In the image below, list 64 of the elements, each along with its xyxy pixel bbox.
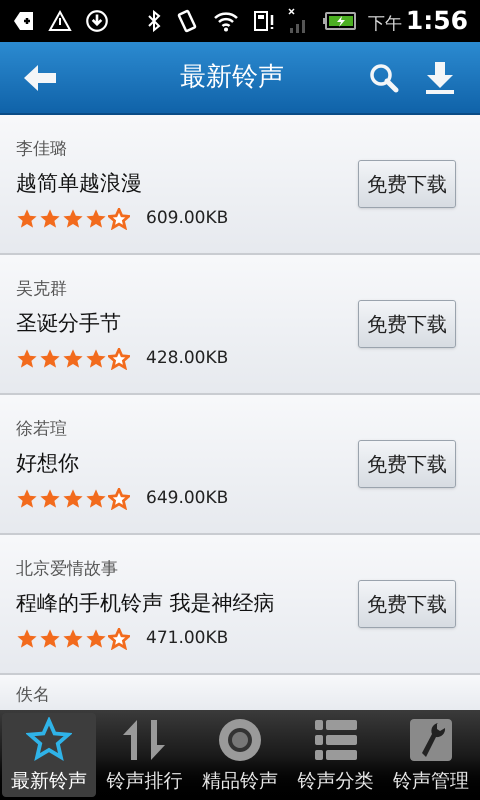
song-title: 圣诞分手节: [16, 310, 122, 338]
filled-star-icon: [16, 208, 38, 230]
filled-star-icon: [16, 488, 38, 510]
free-download-button[interactable]: 免费下载: [358, 580, 456, 628]
page-title: 最新铃声: [180, 61, 284, 94]
artist-name: 徐若瑄: [16, 418, 68, 441]
star-icon: [26, 717, 72, 763]
download-icon: [84, 8, 110, 34]
nav-tab[interactable]: 最新铃声: [2, 713, 96, 797]
filled-star-icon: [39, 348, 61, 370]
filled-star-icon: [62, 628, 84, 650]
list-icon: [312, 717, 359, 763]
empty-star-icon: [108, 628, 130, 650]
filled-star-icon: [85, 348, 107, 370]
file-size: 609.00KB: [146, 206, 228, 230]
left-arrow-icon: [22, 62, 58, 92]
nav-tab[interactable]: 精品铃声: [193, 713, 287, 797]
filled-star-icon: [62, 208, 84, 230]
filled-star-icon: [62, 348, 84, 370]
ringtone-row[interactable]: 北京爱情故事 程峰的手机铃声 我是神经病 471.00KB 免费下载: [0, 535, 480, 675]
search-icon: [368, 62, 400, 94]
ringtone-row[interactable]: 李佳璐 越简单越浪漫 609.00KB 免费下载: [0, 115, 480, 255]
artist-name: 吴克群: [16, 278, 68, 301]
song-title: 越简单越浪漫: [16, 170, 143, 198]
filled-star-icon: [85, 488, 107, 510]
song-title: 好想你: [16, 450, 80, 478]
free-download-button[interactable]: 免费下载: [358, 160, 456, 208]
artist-name: 佚名: [16, 684, 51, 707]
filled-star-icon: [16, 628, 38, 650]
filled-star-icon: [39, 208, 61, 230]
nav-tab[interactable]: 铃声排行: [98, 713, 192, 797]
bluetooth-icon: [146, 9, 162, 33]
warning-icon: [48, 9, 72, 33]
free-download-button[interactable]: 免费下载: [358, 440, 456, 488]
empty-star-icon: [108, 348, 130, 370]
nav-tab[interactable]: 铃声管理: [384, 713, 478, 797]
filled-star-icon: [85, 628, 107, 650]
empty-star-icon: [108, 208, 130, 230]
wrench-icon: [408, 717, 454, 763]
ringtone-row[interactable]: 佚名: [0, 675, 480, 710]
song-title: 程峰的手机铃声 我是神经病: [16, 590, 276, 618]
am-pm-label: 下午: [368, 13, 402, 36]
notification-icon: [12, 9, 36, 33]
file-size: 428.00KB: [146, 346, 228, 370]
filled-star-icon: [85, 208, 107, 230]
nav-tab[interactable]: 铃声分类: [288, 713, 382, 797]
free-download-button[interactable]: 免费下载: [358, 300, 456, 348]
ringtone-row[interactable]: 徐若瑄 好想你 649.00KB 免费下载: [0, 395, 480, 535]
clock-time: 1:56: [406, 5, 468, 38]
filled-star-icon: [39, 488, 61, 510]
download-arrow-icon: [424, 60, 456, 94]
sim-card-icon: [252, 9, 276, 33]
filled-star-icon: [39, 628, 61, 650]
disc-icon: [216, 717, 263, 763]
artist-name: 李佳璐: [16, 138, 68, 161]
battery-icon: [322, 11, 356, 31]
filled-star-icon: [16, 348, 38, 370]
file-size: 649.00KB: [146, 486, 228, 510]
file-size: 471.00KB: [146, 626, 228, 650]
up-down-arrows-icon: [121, 717, 168, 763]
ringtone-row[interactable]: 吴克群 圣诞分手节 428.00KB 免费下载: [0, 255, 480, 395]
artist-name: 北京爱情故事: [16, 558, 119, 581]
empty-star-icon: [108, 488, 130, 510]
filled-star-icon: [62, 488, 84, 510]
